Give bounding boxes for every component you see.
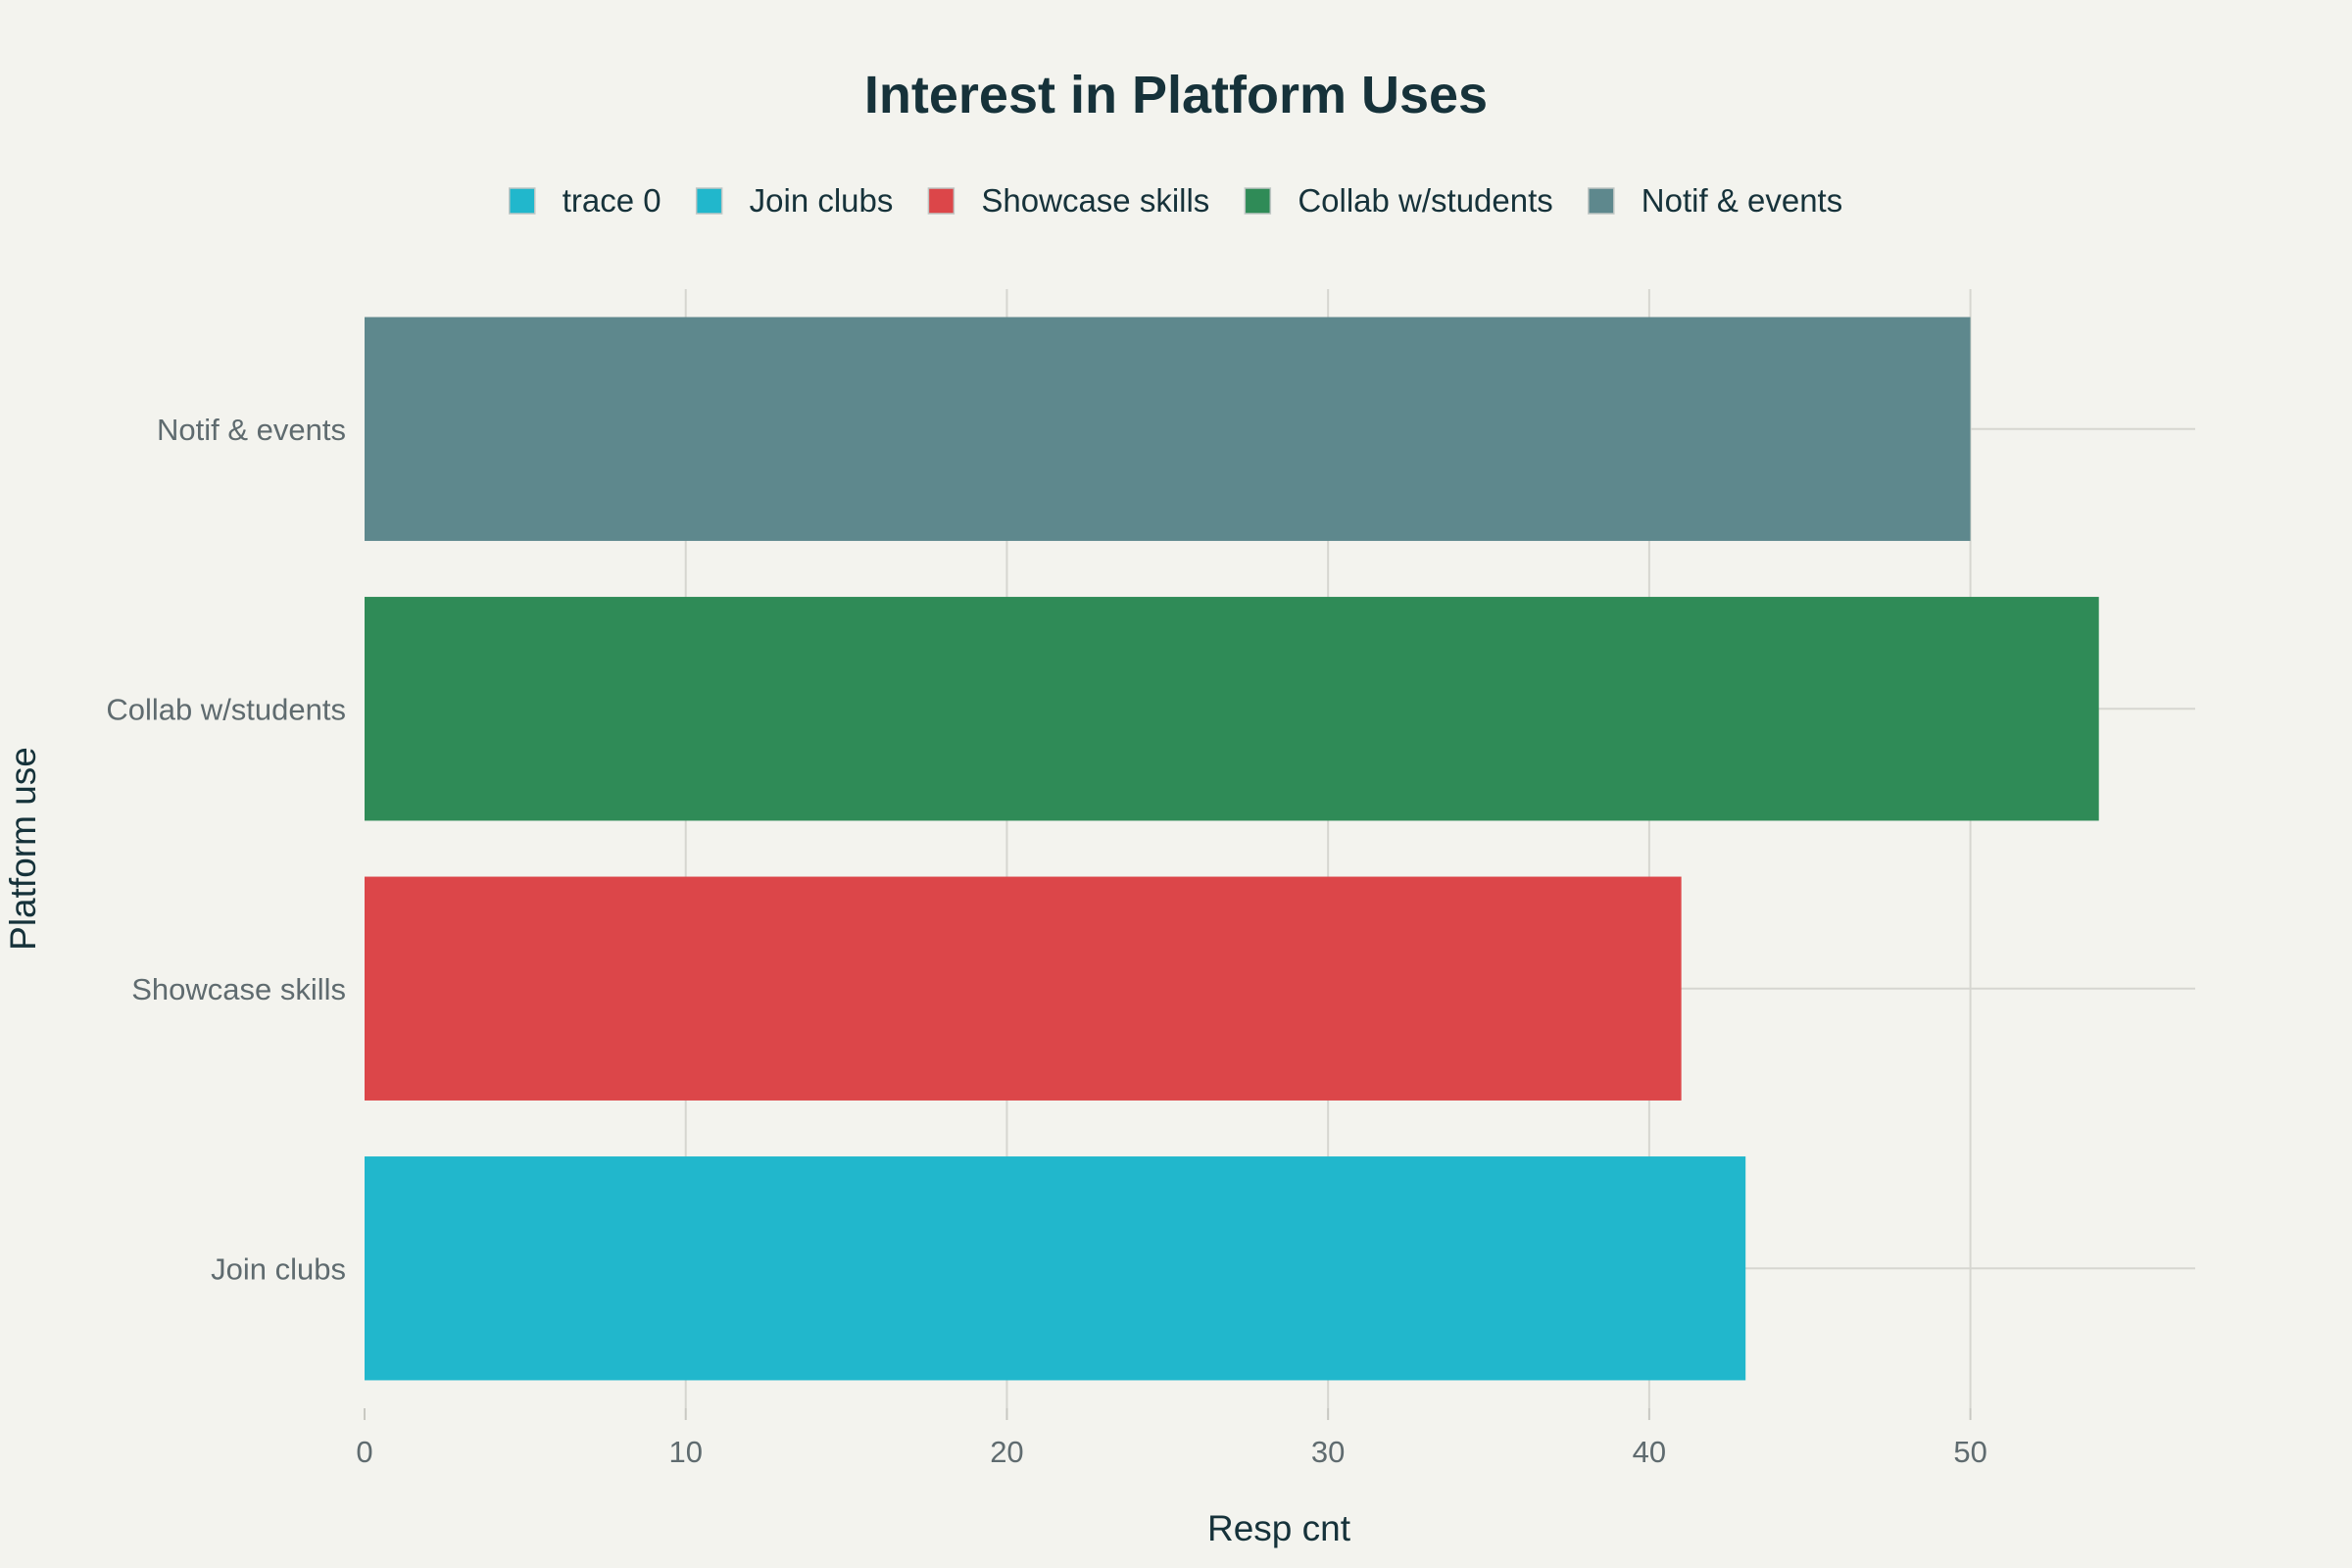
x-tick-label-50: 50 <box>1953 1435 1986 1469</box>
x-tick-label-10: 10 <box>668 1435 702 1469</box>
y-axis-ticks: Join clubs Showcase skills Collab w/studen… <box>106 413 346 1287</box>
bars <box>365 317 2099 1381</box>
legend-swatch-trace-0 <box>509 187 536 215</box>
legend-swatch-showcase-skills <box>927 187 956 215</box>
x-tick-label-20: 20 <box>990 1435 1023 1469</box>
bar-join-clubs[interactable] <box>365 1156 1746 1381</box>
bar-notif-events[interactable] <box>365 317 1971 541</box>
x-tick-label-0: 0 <box>356 1435 372 1469</box>
y-tick-label-collab-w-students: Collab w/students <box>106 692 346 726</box>
legend-label-trace-0: trace 0 <box>563 182 662 219</box>
x-tick-label-40: 40 <box>1633 1435 1666 1469</box>
legend-item-showcase-skills[interactable]: Showcase skills <box>927 182 1209 219</box>
x-axis-ticks: 0 10 20 30 40 50 <box>356 1408 1987 1469</box>
bar-showcase-skills[interactable] <box>365 876 1682 1101</box>
x-tick-label-30: 30 <box>1311 1435 1345 1469</box>
y-tick-label-notif-events: Notif & events <box>157 413 346 447</box>
y-tick-label-showcase-skills: Showcase skills <box>131 972 346 1006</box>
x-axis-title: Resp cnt <box>1207 1508 1351 1548</box>
legend[interactable]: trace 0 Join clubs Showcase skills Collab w… <box>509 182 1842 219</box>
legend-swatch-collab-w-students <box>1244 187 1272 215</box>
bar-collab-w-students[interactable] <box>365 597 2099 821</box>
legend-label-showcase-skills: Showcase skills <box>981 182 1209 219</box>
legend-item-join-clubs[interactable]: Join clubs <box>695 182 894 219</box>
bar-chart: Interest in Platform Uses trace 0 Join cl… <box>3 66 2195 1548</box>
legend-item-trace-0[interactable]: trace 0 <box>509 182 662 219</box>
chart-title: Interest in Platform Uses <box>864 66 1488 124</box>
legend-label-join-clubs: Join clubs <box>750 182 894 219</box>
legend-swatch-notif-events <box>1588 187 1615 215</box>
y-axis-title: Platform use <box>3 747 43 951</box>
legend-item-collab-w-students[interactable]: Collab w/students <box>1244 182 1553 219</box>
y-tick-label-join-clubs: Join clubs <box>211 1251 346 1286</box>
legend-item-notif-events[interactable]: Notif & events <box>1588 182 1842 219</box>
legend-label-notif-events: Notif & events <box>1642 182 1842 219</box>
legend-swatch-join-clubs <box>695 187 723 215</box>
legend-label-collab-w-students: Collab w/students <box>1298 182 1552 219</box>
